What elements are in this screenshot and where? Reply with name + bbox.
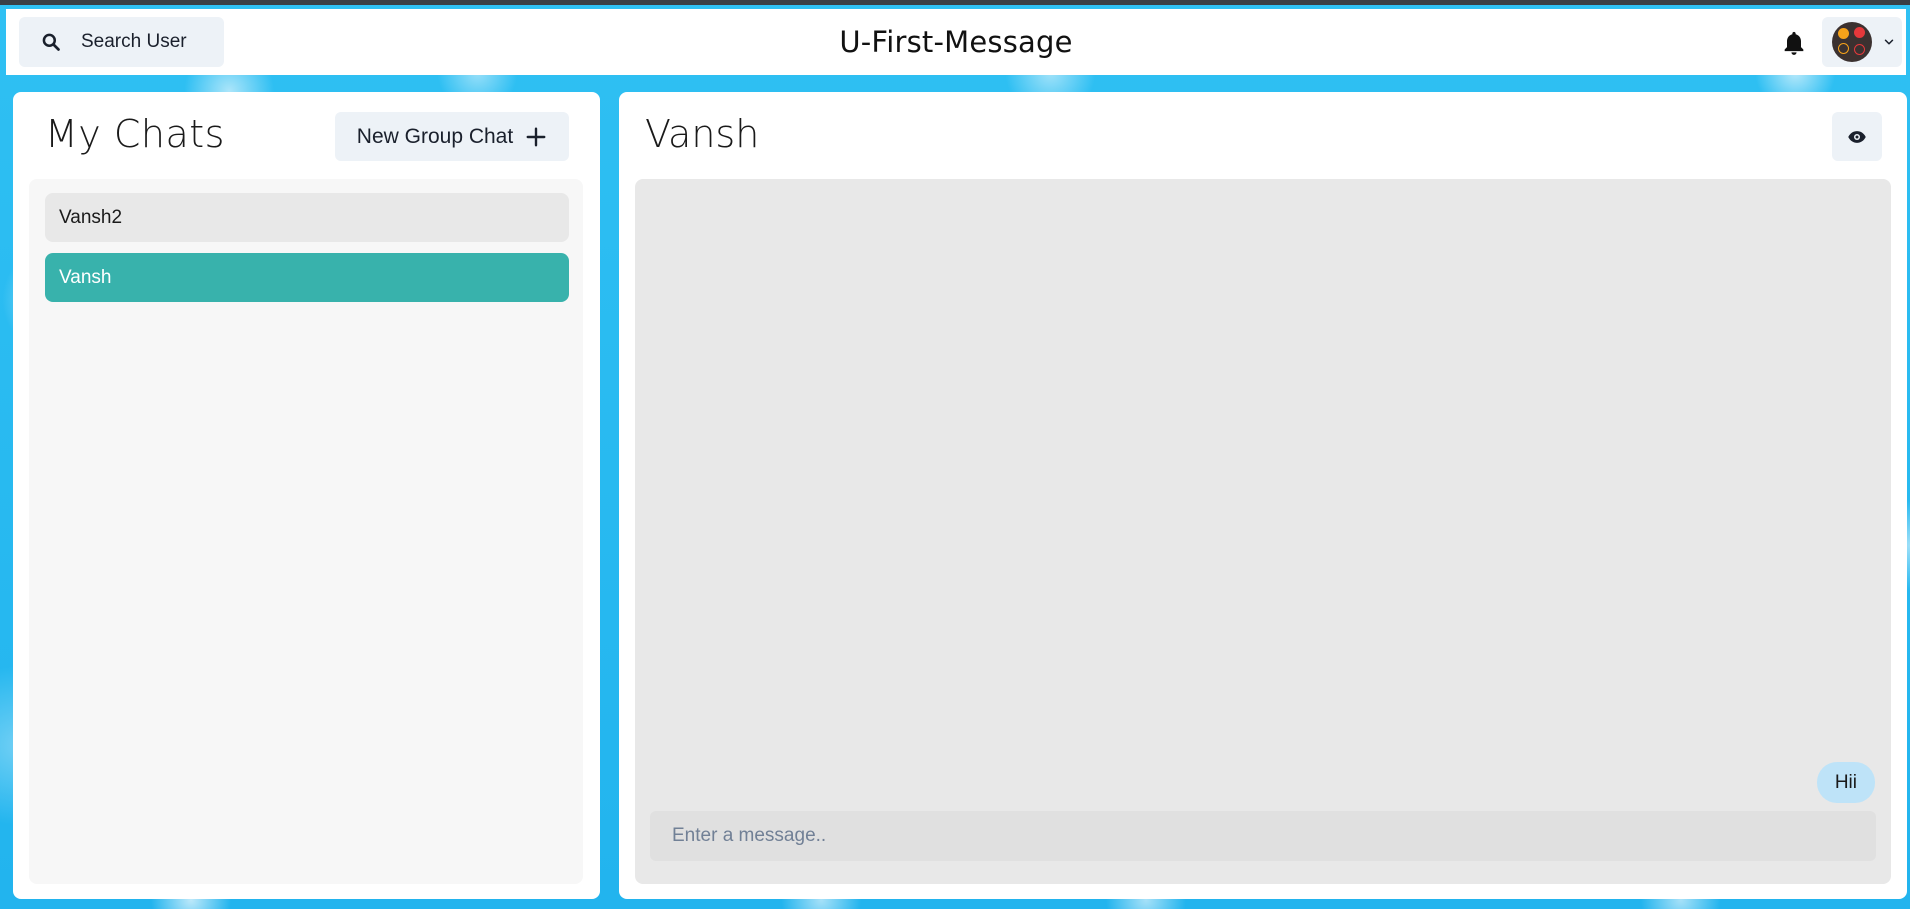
message-input[interactable]	[650, 811, 1876, 861]
search-user-button[interactable]: Search User	[19, 17, 224, 67]
profile-menu-button[interactable]	[1822, 17, 1902, 67]
view-profile-button[interactable]	[1832, 112, 1882, 161]
bell-icon[interactable]	[1780, 29, 1808, 57]
my-chats-title: My Chats	[45, 112, 225, 156]
app-header: Search User U-First-Message	[6, 9, 1906, 75]
my-chats-panel: My Chats New Group Chat Vansh2 Vansh	[13, 92, 600, 899]
search-icon	[42, 33, 60, 51]
new-group-chat-label: New Group Chat	[356, 124, 514, 148]
plus-icon	[526, 127, 546, 146]
new-group-chat-button[interactable]: New Group Chat	[335, 112, 569, 161]
avatar	[1832, 22, 1872, 62]
window-top-border	[0, 0, 1910, 5]
message-bubble: Hii	[1816, 762, 1875, 803]
search-user-label: Search User	[81, 31, 187, 52]
messages-area: Hii	[635, 179, 1891, 884]
app-title: U-First-Message	[839, 25, 1073, 59]
chat-header-name: Vansh	[645, 112, 760, 156]
chat-list-item-vansh2[interactable]: Vansh2	[45, 193, 569, 242]
chevron-down-icon	[1884, 39, 1894, 45]
chat-panel: Vansh Hii	[619, 92, 1907, 899]
chat-list: Vansh2 Vansh	[29, 179, 583, 884]
eye-icon	[1848, 130, 1866, 143]
chat-list-item-vansh[interactable]: Vansh	[45, 253, 569, 302]
